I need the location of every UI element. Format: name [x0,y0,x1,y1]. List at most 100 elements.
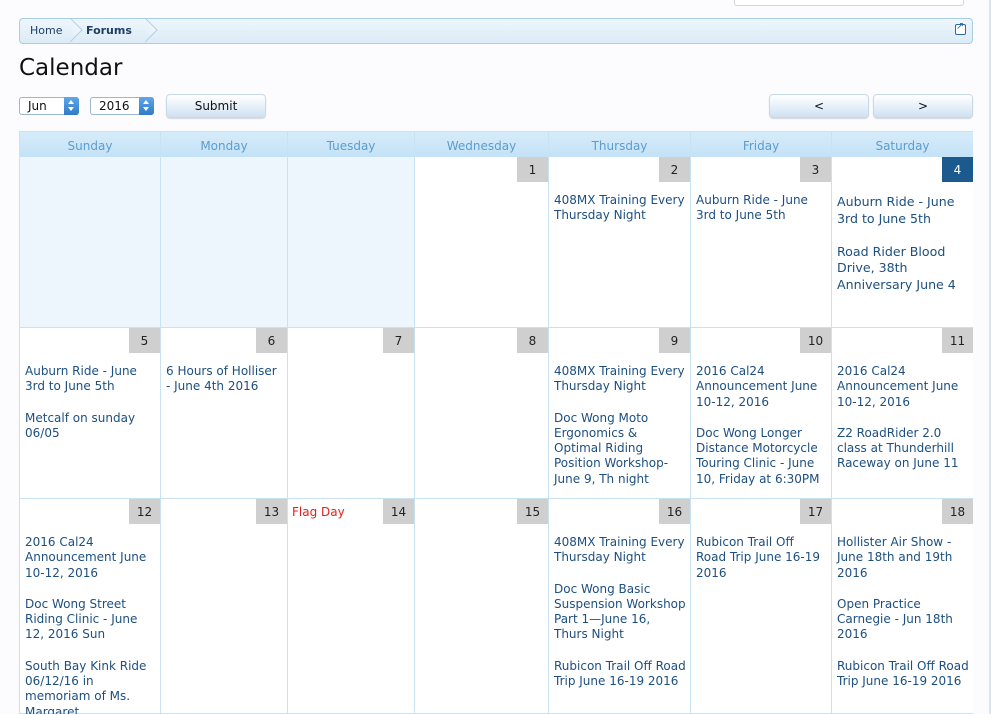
event-link[interactable]: Doc Wong Moto Ergonomics & Optimal Ridin… [554,411,686,487]
day-name-sunday: Sunday [20,132,161,158]
day-number[interactable]: 6 [256,328,287,353]
event-list: 408MX Training Every Thursday Night Doc W… [554,535,686,705]
event-list: 408MX Training Every Thursday Night Doc W… [554,364,686,503]
event-link[interactable]: 6 Hours of Holliser - June 4th 2016 [166,364,283,395]
month-select[interactable]: Jun [19,97,79,115]
breadcrumb-home-link[interactable]: Home [30,19,62,43]
event-list: 408MX Training Every Thursday Night [554,193,686,240]
calendar-cell: 11 2016 Cal24 Announcement June 10-12, 20… [832,328,973,499]
calendar-cell-empty [288,157,415,328]
event-link[interactable]: 2016 Cal24 Announcement June 10-12, 2016 [25,535,156,581]
calendar-cell: 3 Auburn Ride - June 3rd to June 5th [691,157,832,328]
day-number[interactable]: 2 [659,157,690,182]
event-link[interactable]: Metcalf on sunday 06/05 [25,411,156,442]
event-link[interactable]: 2016 Cal24 Announcement June 10-12, 2016 [837,364,969,410]
day-number[interactable]: 12 [129,499,160,524]
day-number[interactable]: 15 [517,499,548,524]
next-month-button[interactable]: > [873,94,973,118]
calendar-cell: 4 Auburn Ride - June 3rd to June 5th Road … [832,157,973,328]
search-input[interactable] [734,0,964,6]
calendar-header-row: Sunday Monday Tuesday Wednesday Thursday Frid… [20,131,973,158]
day-number[interactable]: 5 [129,328,160,353]
day-number[interactable]: 10 [800,328,831,353]
event-link[interactable]: 408MX Training Every Thursday Night [554,193,686,224]
event-link[interactable]: Z2 RoadRider 2.0 class at Thunderhill Ra… [837,426,969,472]
day-name-monday: Monday [161,132,288,158]
event-list: 6 Hours of Holliser - June 4th 2016 [166,364,283,411]
day-number-today[interactable]: 4 [942,157,973,182]
day-number[interactable]: 18 [942,499,973,524]
event-link[interactable]: Road Rider Blood Drive, 38th Anniversary… [837,244,969,294]
day-number[interactable]: 13 [256,499,287,524]
event-link[interactable]: Hollister Air Show - June 18th and 19th … [837,535,969,581]
calendar-cell: 1 [415,157,549,328]
event-list: 2016 Cal24 Announcement June 10-12, 2016… [696,364,827,503]
event-link[interactable]: Auburn Ride - June 3rd to June 5th [696,193,827,224]
event-list: Auburn Ride - June 3rd to June 5th Road R… [837,194,969,310]
calendar-cell: 15 [415,499,549,714]
holiday-label: Flag Day [292,505,345,519]
calendar-cell-empty [161,157,288,328]
submit-button[interactable]: Submit [166,94,266,118]
calendar-cell-empty [20,157,161,328]
day-number[interactable]: 8 [517,328,548,353]
calendar-cell: 8 [415,328,549,499]
calendar-cell: 6 6 Hours of Holliser - June 4th 2016 [161,328,288,499]
calendar-cell: 16 408MX Training Every Thursday Night Doc… [549,499,691,714]
event-list: Rubicon Trail Off Road Trip June 16-19 2… [696,535,827,597]
day-number[interactable]: 7 [383,328,414,353]
breadcrumb: Home Forums [19,18,973,44]
page-title: Calendar [19,55,123,81]
event-link[interactable]: 2016 Cal24 Announcement June 10-12, 2016 [696,364,827,410]
year-select-value: 2016 [99,99,130,113]
event-link[interactable]: Open Practice Carnegie - Jun 18th 2016 [837,597,969,643]
event-link[interactable]: 408MX Training Every Thursday Night [554,535,686,566]
breadcrumb-separator [145,19,159,43]
event-link[interactable]: Rubicon Trail Off Road Trip June 16-19 2… [696,535,827,581]
day-name-friday: Friday [691,132,832,158]
day-number[interactable]: 1 [517,157,548,182]
day-number[interactable]: 9 [659,328,690,353]
event-list: Hollister Air Show - June 18th and 19th … [837,535,969,705]
calendar-cell: 2 408MX Training Every Thursday Night [549,157,691,328]
day-number[interactable]: 17 [800,499,831,524]
calendar-cell: 18 Hollister Air Show - June 18th and 19t… [832,499,973,714]
calendar-cell: 13 [161,499,288,714]
day-name-tuesday: Tuesday [288,132,415,158]
event-link[interactable]: Doc Wong Longer Distance Motorcycle Tour… [696,426,827,487]
day-name-saturday: Saturday [832,132,973,158]
event-link[interactable]: Auburn Ride - June 3rd to June 5th [25,364,156,395]
day-number[interactable]: 11 [942,328,973,353]
breadcrumb-separator [70,19,84,43]
calendar-cell: 10 2016 Cal24 Announcement June 10-12, 20… [691,328,832,499]
event-link[interactable]: Rubicon Trail Off Road Trip June 16-19 2… [837,659,969,690]
day-name-thursday: Thursday [549,132,691,158]
calendar-cell: 7 [288,328,415,499]
day-number[interactable]: 3 [800,157,831,182]
event-list: 2016 Cal24 Announcement June 10-12, 2016… [25,535,156,714]
event-list: Auburn Ride - June 3rd to June 5th Metcal… [25,364,156,457]
event-link[interactable]: Rubicon Trail Off Road Trip June 16-19 2… [554,659,686,690]
event-link[interactable]: Doc Wong Street Riding Clinic - June 12,… [25,597,156,643]
calendar-cell: 5 Auburn Ride - June 3rd to June 5th Metca… [20,328,161,499]
prev-month-button[interactable]: < [769,94,869,118]
external-link-icon[interactable] [955,21,966,35]
year-select[interactable]: 2016 [90,97,154,115]
breadcrumb-forums-link[interactable]: Forums [86,19,132,43]
chevron-updown-icon [64,97,79,115]
calendar-cell: 17 Rubicon Trail Off Road Trip June 16-19… [691,499,832,714]
day-number[interactable]: 16 [659,499,690,524]
day-number[interactable]: 14 [383,499,414,524]
calendar-cell: 14 Flag Day [288,499,415,714]
calendar-cell: 9 408MX Training Every Thursday Night Doc … [549,328,691,499]
event-list: 2016 Cal24 Announcement June 10-12, 2016… [837,364,969,488]
event-link[interactable]: Doc Wong Basic Suspension Workshop Part … [554,582,686,643]
event-link[interactable]: South Bay Kink Ride 06/12/16 in memoriam… [25,659,156,714]
calendar-grid: Sunday Monday Tuesday Wednesday Thursday Frid… [19,131,973,714]
event-link[interactable]: 408MX Training Every Thursday Night [554,364,686,395]
event-link[interactable]: Auburn Ride - June 3rd to June 5th [837,194,969,228]
calendar-cell: 12 2016 Cal24 Announcement June 10-12, 20… [20,499,161,714]
chevron-updown-icon [139,97,154,115]
event-list: Auburn Ride - June 3rd to June 5th [696,193,827,240]
day-name-wednesday: Wednesday [415,132,549,158]
